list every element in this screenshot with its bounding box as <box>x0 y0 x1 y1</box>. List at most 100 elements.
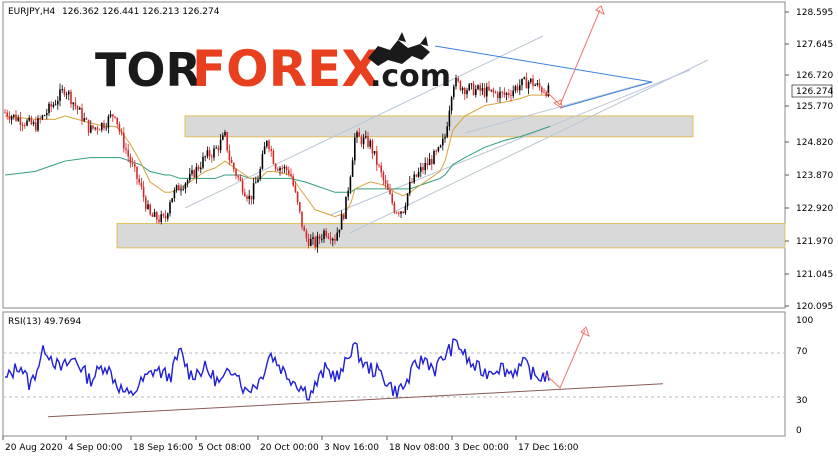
candle-body <box>246 196 248 200</box>
candle-body <box>279 167 281 171</box>
candle-body <box>380 165 382 173</box>
candle-body <box>332 238 334 241</box>
candle-body <box>178 185 180 191</box>
candle-body <box>543 92 545 93</box>
candle-body <box>211 156 213 158</box>
candle-body <box>244 192 246 197</box>
candle-body <box>68 91 70 95</box>
candle-body <box>376 151 378 165</box>
candle-body <box>457 78 459 82</box>
candle-body <box>310 239 312 246</box>
candle-body <box>90 125 92 133</box>
candle-body <box>105 127 107 129</box>
candle-body <box>259 168 261 180</box>
candle-body <box>490 89 492 91</box>
candle-body <box>107 116 110 128</box>
candle-body <box>479 85 481 91</box>
candle-body <box>24 125 26 127</box>
candle-body <box>305 231 308 239</box>
candle-body <box>362 137 365 145</box>
candle-body <box>164 215 167 219</box>
candle-body <box>455 78 457 87</box>
candle-body <box>186 180 189 184</box>
candle-body <box>255 182 257 184</box>
candle-body <box>349 176 352 191</box>
candle-body <box>15 114 17 121</box>
candle-body <box>235 169 237 176</box>
candle-body <box>448 110 451 127</box>
candle-body <box>252 183 255 200</box>
candle-body <box>411 181 413 183</box>
candle-body <box>316 236 319 248</box>
candle-body <box>299 202 301 212</box>
candle-body <box>365 136 367 138</box>
candle-body <box>98 129 101 131</box>
candle-body <box>116 117 118 125</box>
candle-body <box>248 195 250 200</box>
candle-body <box>393 203 396 213</box>
candle-body <box>118 124 121 132</box>
candle-body <box>237 175 239 178</box>
candle-body <box>510 95 512 96</box>
current-price-label: 126.274 <box>796 87 833 97</box>
candle-body <box>184 183 187 189</box>
y-tick-label: 121.970 <box>796 237 833 247</box>
candle-body <box>523 77 525 79</box>
candle-body <box>263 146 266 155</box>
candle-body <box>424 163 426 171</box>
candle-body <box>136 166 138 179</box>
candle-body <box>239 177 242 181</box>
candle-body <box>402 211 404 213</box>
candle-body <box>101 122 103 130</box>
candle-body <box>123 132 125 149</box>
candle-body <box>230 160 233 164</box>
candle-body <box>409 181 411 194</box>
candle-body <box>173 190 176 199</box>
candle-body <box>468 84 470 91</box>
candle-body <box>76 106 79 110</box>
x-tick-label: 17 Dec 16:00 <box>518 443 579 453</box>
candle-body <box>446 126 448 138</box>
candle-body <box>140 182 143 187</box>
candle-body <box>461 88 464 91</box>
candle-body <box>131 163 134 164</box>
candle-body <box>28 117 30 121</box>
candle-body <box>387 183 389 190</box>
candle-body <box>534 84 536 86</box>
candle-body <box>307 238 310 246</box>
candle-body <box>545 92 547 97</box>
candle-body <box>274 163 277 170</box>
candle-body <box>314 237 316 248</box>
candle-body <box>483 87 486 97</box>
candle-body <box>422 167 424 171</box>
candle-body <box>32 122 35 125</box>
candle-body <box>129 156 132 164</box>
candle-body <box>180 189 182 191</box>
candle-body <box>96 127 99 130</box>
candle-body <box>475 89 477 95</box>
candle-body <box>486 86 488 97</box>
y-tick-label: 128.595 <box>796 8 833 18</box>
x-tick-label: 3 Dec 00:00 <box>454 443 509 453</box>
chart-symbol: EURJPY,H4 <box>8 7 56 17</box>
candle-body <box>290 173 292 177</box>
candle-body <box>338 229 341 233</box>
candle-body <box>420 167 422 172</box>
candle-body <box>516 86 519 91</box>
rsi-title: RSI(13) 49.7694 <box>8 317 81 327</box>
candle-body <box>127 149 129 157</box>
candle-body <box>156 212 158 220</box>
y-tick-label: 124.820 <box>796 138 833 148</box>
candle-body <box>492 89 495 93</box>
candle-body <box>400 211 402 214</box>
candle-body <box>318 236 321 240</box>
candle-body <box>404 206 407 213</box>
rsi-tick-label: 70 <box>796 347 808 357</box>
support-resistance-zone <box>184 115 694 138</box>
candle-body <box>406 193 409 207</box>
candle-body <box>503 92 506 95</box>
candle-body <box>373 151 376 154</box>
candle-body <box>433 151 435 165</box>
candle-body <box>195 166 198 178</box>
x-tick-label: 20 Aug 2020 <box>5 443 63 453</box>
